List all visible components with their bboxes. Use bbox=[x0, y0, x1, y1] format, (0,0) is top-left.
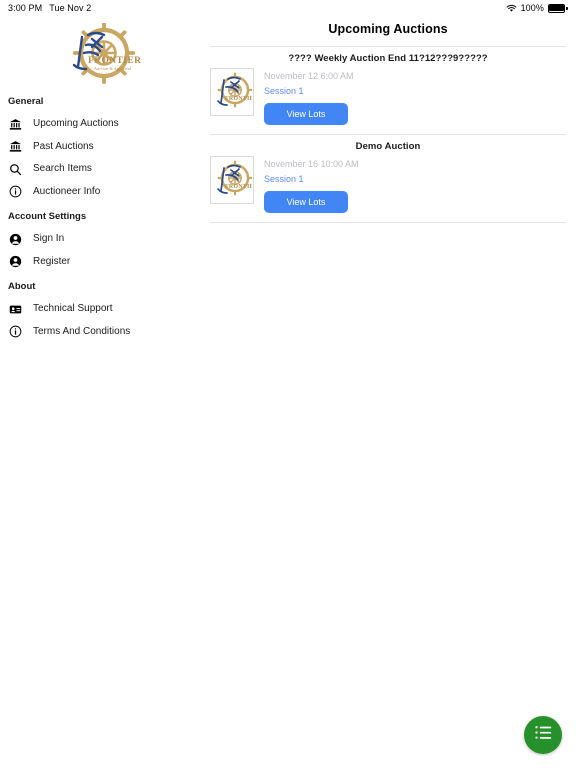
auction-card-body: FRONTIER November 12 6:00 AM Session 1 V… bbox=[210, 68, 566, 134]
sidebar-section-account-settings: Account Settings bbox=[8, 211, 87, 222]
bank-icon bbox=[8, 140, 22, 154]
sidebar-item-label: Upcoming Auctions bbox=[33, 118, 119, 130]
sidebar-item-search-items[interactable]: Search Items bbox=[0, 158, 200, 181]
auction-logo-thumbnail: FRONTIER bbox=[210, 68, 254, 116]
auction-logo-thumbnail: FRONTIER bbox=[210, 156, 254, 204]
wifi-icon bbox=[506, 4, 517, 13]
brand-logo[interactable]: FRONTIER Auction & Appraisal bbox=[0, 16, 200, 88]
auction-session[interactable]: Session 1 bbox=[264, 83, 566, 98]
sidebar-item-label: Auctioneer Info bbox=[33, 185, 101, 197]
status-bar-left: 3:00 PM Tue Nov 2 bbox=[8, 3, 91, 13]
contact-card-icon bbox=[8, 302, 22, 316]
auction-title: ???? Weekly Auction End 11?12???9????? bbox=[288, 53, 488, 64]
status-bar-right: 100% bbox=[506, 3, 568, 13]
status-time: 3:00 PM bbox=[8, 3, 43, 13]
sidebar-section-general: General bbox=[8, 96, 44, 107]
info-circle-icon bbox=[8, 185, 22, 199]
sidebar-item-terms-and-conditions[interactable]: Terms And Conditions bbox=[0, 321, 200, 344]
sidebar-item-past-auctions[interactable]: Past Auctions bbox=[0, 136, 200, 159]
svg-text:FRONTIER: FRONTIER bbox=[225, 96, 252, 102]
sidebar-item-label: Sign In bbox=[33, 233, 65, 245]
person-icon bbox=[8, 255, 22, 269]
auction-date: November 16 10:00 AM bbox=[264, 159, 359, 169]
sidebar-item-upcoming-auctions[interactable]: Upcoming Auctions bbox=[0, 113, 200, 136]
auction-card[interactable]: ???? Weekly Auction End 11?12???9????? F… bbox=[200, 47, 576, 134]
sidebar-item-register[interactable]: Register bbox=[0, 251, 200, 274]
main-content: Upcoming Auctions ???? Weekly Auction En… bbox=[200, 16, 576, 768]
app-root: 3:00 PM Tue Nov 2 100% FRONTIER Auction … bbox=[0, 0, 576, 768]
auction-session[interactable]: Session 1 bbox=[264, 171, 566, 186]
sidebar-item-label: Register bbox=[33, 255, 71, 267]
svg-text:FRONTIER: FRONTIER bbox=[225, 184, 252, 190]
battery-full-icon bbox=[548, 3, 568, 13]
sidebar-item-label: Terms And Conditions bbox=[33, 325, 131, 337]
status-date: Tue Nov 2 bbox=[49, 3, 92, 13]
svg-text:FRONTIER: FRONTIER bbox=[88, 56, 141, 66]
svg-text:Auction & Appraisal: Auction & Appraisal bbox=[94, 66, 132, 71]
auction-list: ???? Weekly Auction End 11?12???9????? F… bbox=[200, 36, 576, 223]
sidebar-item-sign-in[interactable]: Sign In bbox=[0, 228, 200, 251]
ships-wheel-logo: FRONTIER Auction & Appraisal bbox=[72, 23, 141, 84]
auction-card-body: FRONTIER November 16 10:00 AM Session 1 … bbox=[210, 156, 566, 222]
sidebar-item-label: Search Items bbox=[33, 163, 92, 175]
sidebar-item-auctioneer-info[interactable]: Auctioneer Info bbox=[0, 181, 200, 204]
list-icon bbox=[534, 723, 553, 747]
auction-date: November 12 6:00 AM bbox=[264, 71, 354, 81]
auction-info: November 12 6:00 AM Session 1 View Lots bbox=[264, 68, 566, 125]
floating-action-button[interactable] bbox=[524, 716, 562, 754]
sidebar-section-about: About bbox=[8, 281, 36, 292]
sidebar: FRONTIER Auction & Appraisal General Upc… bbox=[0, 16, 200, 768]
search-icon bbox=[8, 162, 22, 176]
list-divider-bottom bbox=[210, 222, 566, 223]
page-title: Upcoming Auctions bbox=[328, 22, 448, 36]
bank-icon bbox=[8, 117, 22, 131]
auction-info: November 16 10:00 AM Session 1 View Lots bbox=[264, 156, 566, 213]
person-icon bbox=[8, 232, 22, 246]
auction-title: Demo Auction bbox=[355, 141, 421, 152]
status-bar: 3:00 PM Tue Nov 2 100% bbox=[0, 0, 576, 16]
sidebar-item-label: Past Auctions bbox=[33, 140, 94, 152]
view-lots-button[interactable]: View Lots bbox=[264, 191, 348, 213]
auction-card[interactable]: Demo Auction FRONTI November 16 10:00 AM… bbox=[200, 135, 576, 222]
sidebar-item-technical-support[interactable]: Technical Support bbox=[0, 298, 200, 321]
sidebar-item-label: Technical Support bbox=[33, 303, 113, 315]
view-lots-button[interactable]: View Lots bbox=[264, 103, 348, 125]
info-circle-icon bbox=[8, 325, 22, 339]
sidebar-menu: General Upcoming Auctions Past Auctions … bbox=[0, 88, 200, 343]
battery-percent-label: 100% bbox=[520, 3, 544, 13]
